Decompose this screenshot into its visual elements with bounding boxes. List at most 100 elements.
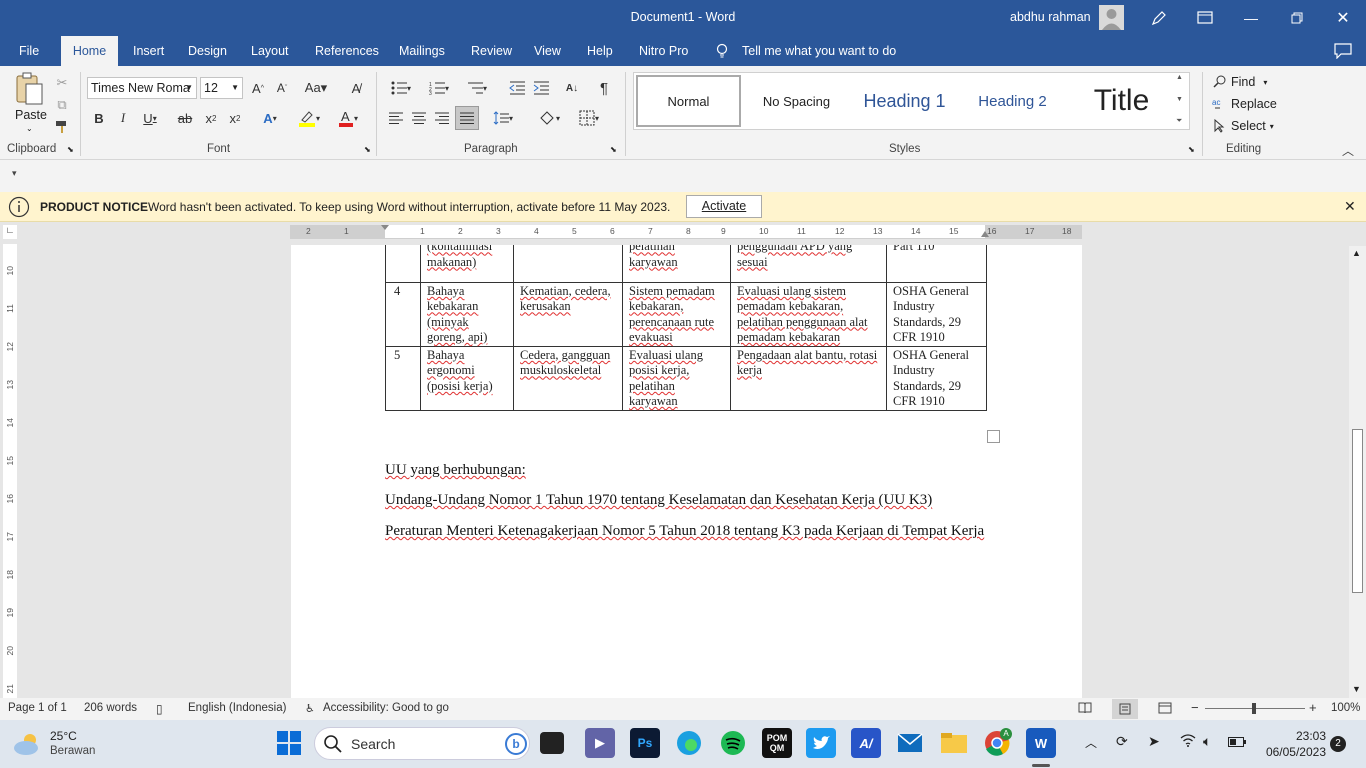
justify-icon[interactable] xyxy=(455,106,479,130)
accessibility-status[interactable]: Accessibility: Good to go xyxy=(323,702,449,714)
teams-chat-icon[interactable]: ▶ xyxy=(585,728,615,758)
vertical-ruler[interactable]: 10 11 12 13 14 15 16 17 18 19 20 21 xyxy=(3,244,17,698)
grow-font-icon[interactable]: A ^ xyxy=(248,77,268,99)
styles-scroll-up-icon[interactable]: ▲ xyxy=(1176,74,1183,81)
table-cell[interactable]: dan higiene, pelatihan karyawan xyxy=(622,245,731,283)
clear-formatting-icon[interactable]: A̸ xyxy=(346,77,366,99)
document-page[interactable]: biologi (kontaminasi makanan) dan higien… xyxy=(291,245,1082,698)
multilevel-list-icon[interactable]: ▾ xyxy=(462,77,492,99)
shrink-font-icon[interactable]: Aˇ xyxy=(272,77,292,99)
scroll-thumb[interactable] xyxy=(1352,429,1363,593)
table-cell[interactable]: Evaluasi ulang sistem pemadam kebakaran,… xyxy=(730,281,887,348)
tab-insert[interactable]: Insert xyxy=(123,36,174,66)
task-view-icon[interactable] xyxy=(540,732,564,754)
text-effects-icon[interactable]: A ▾ xyxy=(255,107,285,129)
font-size-combo[interactable]: 12 ▼ xyxy=(200,77,243,99)
proofing-icon[interactable]: ▯ xyxy=(156,702,163,716)
tab-design[interactable]: Design xyxy=(178,36,237,66)
tab-layout[interactable]: Layout xyxy=(241,36,299,66)
font-color-icon[interactable]: A ▾ xyxy=(332,107,364,129)
bullets-icon[interactable]: ▾ xyxy=(386,77,416,99)
cut-icon[interactable]: ✂ xyxy=(52,72,72,94)
language-status[interactable]: English (Indonesia) xyxy=(188,702,286,714)
table-cell[interactable]: 5 xyxy=(385,346,421,412)
taskbar-search[interactable]: Search b xyxy=(314,727,530,760)
style-heading-1[interactable]: Heading 1 xyxy=(852,75,957,127)
mail-icon[interactable] xyxy=(895,728,925,758)
notification-badge[interactable]: 2 xyxy=(1330,736,1346,752)
paragraph[interactable]: UU yang berhubungan: xyxy=(385,461,995,480)
paste-dropdown-icon[interactable]: ⌄ xyxy=(26,124,33,133)
start-button[interactable] xyxy=(274,728,304,758)
table-cell[interactable] xyxy=(513,245,623,283)
show-hidden-icons[interactable]: ︿ xyxy=(1085,734,1097,751)
user-name[interactable]: abdhu rahman xyxy=(1010,10,1091,24)
word-count[interactable]: 206 words xyxy=(84,702,137,714)
align-right-icon[interactable] xyxy=(432,107,452,129)
show-formatting-marks-icon[interactable]: ¶ xyxy=(594,77,614,99)
table-cell[interactable]: sanitasi dan higiene, penggunaan APD yan… xyxy=(730,245,887,283)
table-cell[interactable]: biologi (kontaminasi makanan) xyxy=(420,245,514,283)
indent-marker[interactable] xyxy=(381,225,389,230)
strikethrough-button[interactable]: ab xyxy=(174,107,196,129)
comments-icon[interactable] xyxy=(1334,43,1352,62)
align-center-icon[interactable] xyxy=(409,107,429,129)
tab-home[interactable]: Home xyxy=(61,36,118,66)
spotify-icon[interactable] xyxy=(718,728,748,758)
styles-scroll-down-icon[interactable]: ▼ xyxy=(1176,96,1183,103)
replace-button[interactable]: ac Replace xyxy=(1212,94,1277,114)
horizontal-ruler[interactable]: 2 1 1 2 3 4 5 6 7 8 9 10 11 12 13 14 15 … xyxy=(290,225,1082,239)
tab-review[interactable]: Review xyxy=(461,36,522,66)
line-spacing-icon[interactable]: ▾ xyxy=(487,107,519,129)
tab-references[interactable]: References xyxy=(305,36,389,66)
vertical-scrollbar[interactable]: ▲ ▼ xyxy=(1349,246,1366,698)
increase-indent-icon[interactable] xyxy=(531,77,551,99)
shading-icon[interactable]: ▾ xyxy=(533,107,565,129)
highlight-color-icon[interactable]: ▾ xyxy=(293,107,325,129)
right-indent-marker[interactable] xyxy=(981,231,989,237)
format-painter-icon[interactable] xyxy=(52,116,72,138)
style-title[interactable]: Title xyxy=(1068,75,1175,127)
edge-icon[interactable] xyxy=(674,728,704,758)
print-layout-icon[interactable] xyxy=(1112,699,1138,719)
paragraph[interactable]: Peraturan Menteri Ketenagakerjaan Nomor … xyxy=(385,522,995,541)
zoom-level[interactable]: 100% xyxy=(1331,702,1360,714)
word-icon[interactable]: W xyxy=(1026,728,1056,758)
location-icon[interactable]: ➤ xyxy=(1148,733,1160,750)
underline-button[interactable]: U ▾ xyxy=(137,107,163,129)
zoom-in-button[interactable]: + xyxy=(1309,700,1317,715)
superscript-button[interactable]: x2 xyxy=(225,107,245,129)
change-case-icon[interactable]: Aa▾ xyxy=(301,77,331,99)
decrease-indent-icon[interactable] xyxy=(507,77,527,99)
tab-mailings[interactable]: Mailings xyxy=(389,36,455,66)
paragraph[interactable]: Undang-Undang Nomor 1 Tahun 1970 tentang… xyxy=(385,491,995,510)
tab-file[interactable]: File xyxy=(9,36,49,66)
table-cell[interactable]: Pengadaan alat bantu, rotasi kerja xyxy=(730,346,887,412)
paste-button[interactable]: Paste ⌄ xyxy=(10,72,48,134)
hazard-table[interactable]: biologi (kontaminasi makanan) dan higien… xyxy=(385,245,987,412)
table-cell[interactable]: OSHA General Industry Standards, 29 CFR … xyxy=(886,281,987,348)
style-no-spacing[interactable]: No Spacing xyxy=(745,75,848,127)
table-cell[interactable]: Pangan, 21 CFR Part 110 xyxy=(886,245,987,283)
close-button[interactable]: ✕ xyxy=(1320,0,1366,36)
zoom-slider-thumb[interactable] xyxy=(1252,703,1256,714)
paragraph-launcher-icon[interactable]: ⬊ xyxy=(610,145,617,154)
style-normal[interactable]: Normal xyxy=(636,75,741,127)
tell-me-search[interactable]: Tell me what you want to do xyxy=(732,36,906,66)
table-cell[interactable]: Bahaya ergonomi (posisi kerja) xyxy=(420,346,514,412)
volume-icon[interactable]: 🔈︎ xyxy=(1203,733,1211,750)
battery-icon[interactable] xyxy=(1228,736,1246,750)
twitter-icon[interactable] xyxy=(806,728,836,758)
scroll-up-arrow[interactable]: ▲ xyxy=(1352,248,1361,258)
table-cell[interactable]: Bahaya kebakaran (minyak goreng, api) xyxy=(420,281,514,348)
bold-button[interactable]: B xyxy=(89,107,109,129)
table-cell[interactable] xyxy=(385,245,421,283)
photoshop-icon[interactable]: Ps xyxy=(630,728,660,758)
wifi-icon[interactable] xyxy=(1180,733,1196,750)
affinity-icon[interactable]: A/ xyxy=(851,728,881,758)
clock-time[interactable]: 23:03 xyxy=(1268,729,1326,743)
align-left-icon[interactable] xyxy=(386,107,406,129)
activate-button[interactable]: Activate xyxy=(686,195,762,218)
collapse-ribbon-icon[interactable]: ︿ xyxy=(1342,142,1354,159)
ribbon-display-options-button[interactable] xyxy=(1182,0,1228,36)
